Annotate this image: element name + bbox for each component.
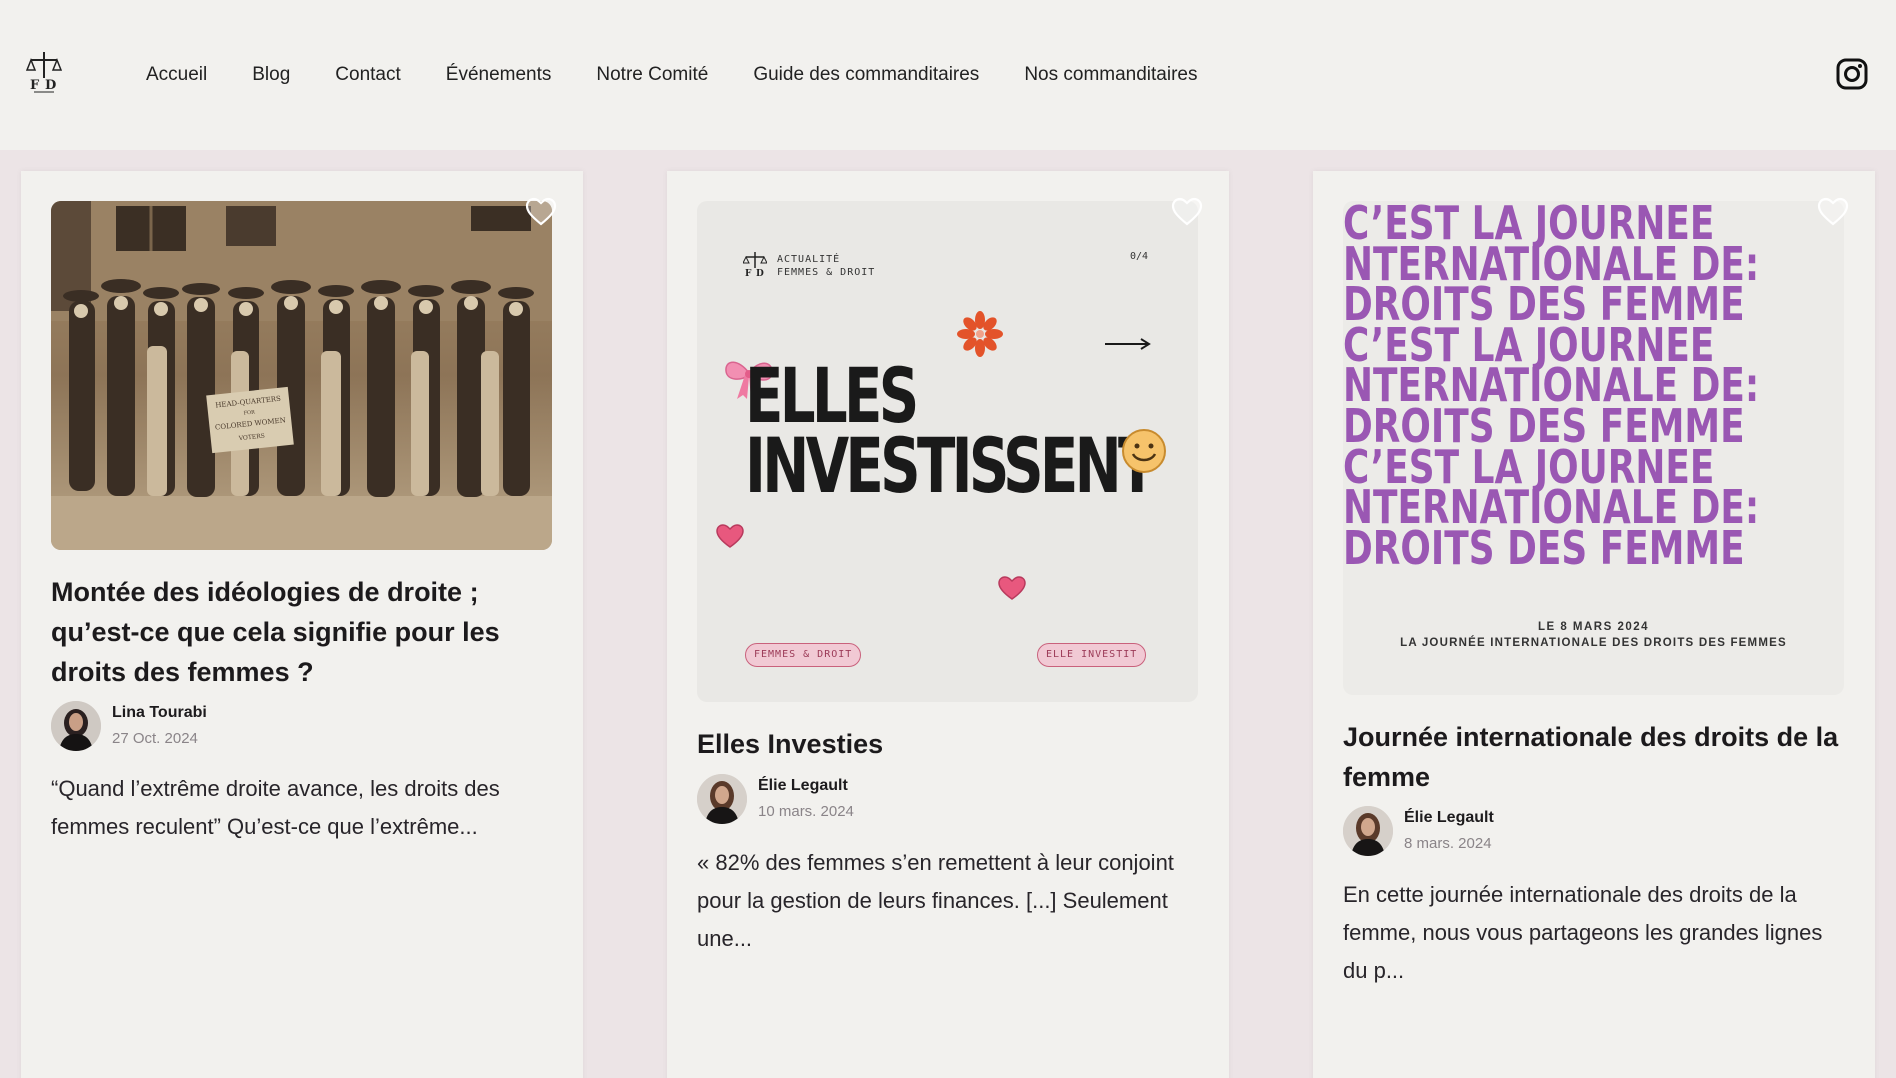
- blog-post-card[interactable]: HEAD-QUARTERS FOR COLORED WOMEN VOTERS M…: [21, 171, 583, 1078]
- logo-icon: F D: [743, 252, 767, 277]
- heart-sticker-icon: [998, 576, 1026, 600]
- like-heart-icon[interactable]: [1817, 197, 1849, 227]
- image-brand-text: ACTUALITÉ FEMMES & DROIT: [777, 253, 875, 279]
- nav-item-guide-commanditaires[interactable]: Guide des commanditaires: [753, 64, 979, 86]
- post-image[interactable]: HEAD-QUARTERS FOR COLORED WOMEN VOTERS: [51, 201, 552, 550]
- post-author: Élie Legault 8 mars. 2024: [1343, 806, 1843, 858]
- nav-item-evenements[interactable]: Événements: [446, 64, 552, 86]
- svg-text:F: F: [745, 269, 752, 277]
- brand-line: ACTUALITÉ: [777, 254, 841, 265]
- heart-sticker-icon: [716, 524, 744, 548]
- post-author: Élie Legault 10 mars. 2024: [697, 774, 1197, 826]
- slide-counter: 0/4: [1129, 251, 1148, 262]
- post-author: Lina Tourabi 27 Oct. 2024: [51, 701, 551, 753]
- blog-post-card[interactable]: F D ACTUALITÉ FEMMES & DROIT 0/4 ELLES I…: [667, 171, 1229, 1078]
- nav-item-blog[interactable]: Blog: [252, 64, 290, 86]
- author-name: Élie Legault: [1404, 809, 1494, 826]
- post-excerpt: “Quand l’extrême droite avance, les droi…: [51, 776, 500, 839]
- svg-text:D: D: [45, 78, 56, 93]
- nav-item-contact[interactable]: Contact: [335, 64, 400, 86]
- svg-text:D: D: [756, 269, 764, 277]
- like-heart-icon[interactable]: [525, 197, 557, 227]
- author-avatar: [697, 774, 747, 824]
- post-title[interactable]: Journée internationale des droits de la …: [1343, 717, 1848, 797]
- nav-item-nos-commanditaires[interactable]: Nos commanditaires: [1024, 64, 1197, 86]
- nav-item-notre-comite[interactable]: Notre Comité: [596, 64, 708, 86]
- headline-line: DROITS DES FEMME: [1343, 520, 1745, 569]
- post-image[interactable]: C’EST LA JOURNÉE NTERNATIONALE DE: DROIT…: [1343, 201, 1844, 695]
- post-excerpt: « 82% des femmes s’en remettent à leur c…: [697, 850, 1174, 951]
- suffragists-photo: HEAD-QUARTERS FOR COLORED WOMEN VOTERS: [51, 201, 552, 550]
- nav-item-accueil[interactable]: Accueil: [146, 64, 207, 86]
- protest-sign: HEAD-QUARTERS FOR COLORED WOMEN VOTERS: [206, 386, 294, 454]
- smiley-icon: [1122, 429, 1166, 473]
- like-heart-icon[interactable]: [1171, 197, 1203, 227]
- author-name: Lina Tourabi: [112, 704, 207, 721]
- image-headline: ELLES INVESTISSENT: [745, 358, 1156, 510]
- post-excerpt: En cette journée internationale des droi…: [1343, 882, 1823, 983]
- tag-pill: FEMMES & DROIT: [745, 643, 862, 667]
- svg-text:FOR: FOR: [243, 409, 255, 416]
- instagram-icon[interactable]: [1836, 58, 1868, 90]
- post-image[interactable]: F D ACTUALITÉ FEMMES & DROIT 0/4 ELLES I…: [697, 201, 1198, 702]
- site-header: F D Accueil Blog Contact Événements Notr…: [0, 0, 1896, 150]
- author-avatar: [1343, 806, 1393, 856]
- post-date: 10 mars. 2024: [758, 803, 854, 820]
- flower-icon: [957, 311, 1003, 357]
- logo-icon[interactable]: F D: [26, 50, 62, 94]
- post-title[interactable]: Elles Investies: [697, 724, 1202, 764]
- post-date: 8 mars. 2024: [1404, 835, 1492, 852]
- blog-post-card[interactable]: C’EST LA JOURNÉE NTERNATIONALE DE: DROIT…: [1313, 171, 1875, 1078]
- image-caption-line: LA JOURNÉE INTERNATIONALE DES DROITS DES…: [1400, 637, 1787, 649]
- author-avatar: [51, 701, 101, 751]
- main-nav: Accueil Blog Contact Événements Notre Co…: [146, 0, 1242, 150]
- post-date: 27 Oct. 2024: [112, 730, 198, 747]
- post-title[interactable]: Montée des idéologies de droite ; qu’est…: [51, 572, 556, 692]
- svg-text:F: F: [30, 78, 40, 93]
- arrow-right-icon: [1105, 338, 1151, 350]
- author-name: Élie Legault: [758, 777, 848, 794]
- image-date-line: LE 8 MARS 2024: [1537, 621, 1650, 633]
- tag-pill: ELLE INVESTIT: [1037, 643, 1147, 667]
- brand-line: FEMMES & DROIT: [777, 267, 876, 278]
- repeated-headline: C’EST LA JOURNÉE NTERNATIONALE DE: DROIT…: [1343, 203, 1844, 568]
- headline-line: INVESTISSENT: [745, 421, 1156, 510]
